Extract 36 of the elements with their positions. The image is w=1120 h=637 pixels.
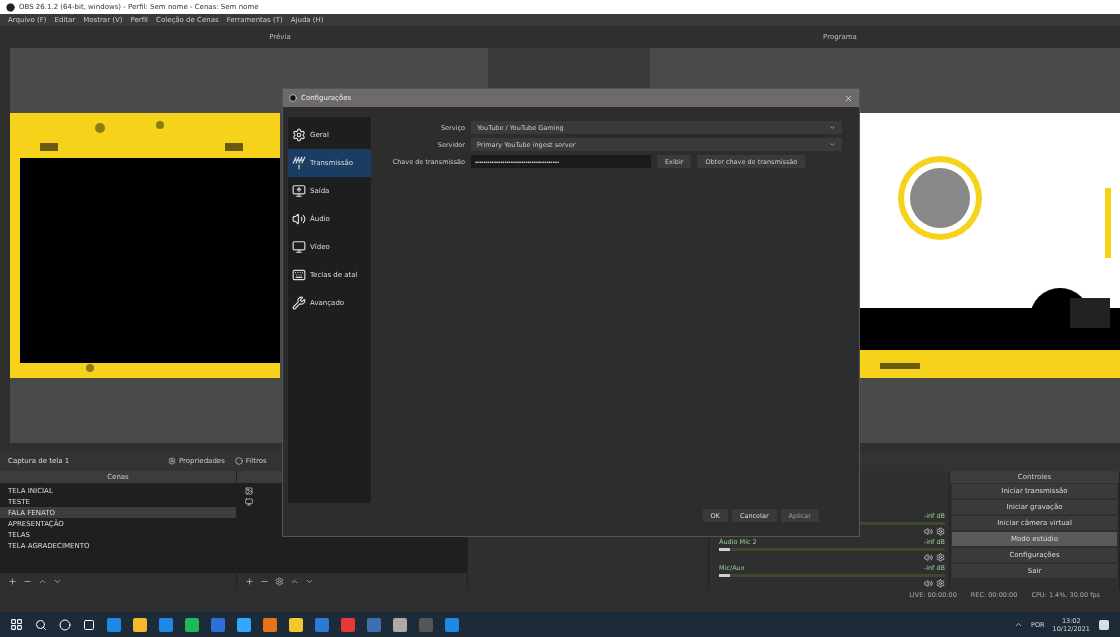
search-icon[interactable] xyxy=(35,618,47,631)
add-icon[interactable] xyxy=(245,576,254,586)
settings-icon[interactable] xyxy=(936,579,945,588)
settings-icon[interactable] xyxy=(936,527,945,536)
monitor-icon xyxy=(292,184,306,198)
speaker-icon xyxy=(292,212,306,226)
taskbar-app-icon[interactable] xyxy=(237,617,251,632)
settings-icon[interactable] xyxy=(936,553,945,562)
taskbar-app-icon[interactable] xyxy=(185,617,199,632)
speaker-icon[interactable] xyxy=(924,553,933,562)
chevron-down-icon xyxy=(829,141,836,148)
taskbar-app-icon[interactable] xyxy=(445,617,459,632)
tools-icon xyxy=(292,296,306,310)
app-logo-icon xyxy=(289,94,297,102)
taskbar-app-icon[interactable] xyxy=(159,617,173,632)
add-icon[interactable] xyxy=(8,576,17,586)
settings-icon[interactable] xyxy=(275,576,284,586)
taskbar-app-icon[interactable] xyxy=(107,617,121,632)
notification-icon[interactable] xyxy=(1098,618,1110,631)
gear-icon xyxy=(168,457,176,465)
chevron-down-icon xyxy=(829,124,836,131)
monitor-icon xyxy=(292,240,306,254)
taskbar-app-icon[interactable] xyxy=(263,617,277,632)
speaker-icon[interactable] xyxy=(924,579,933,588)
taskbar-app-icon[interactable] xyxy=(289,617,303,632)
speaker-icon[interactable] xyxy=(924,527,933,536)
start-icon[interactable] xyxy=(10,618,23,631)
monitor-icon[interactable] xyxy=(245,497,253,506)
taskbar-app-icon[interactable] xyxy=(133,617,147,632)
task-view-icon[interactable] xyxy=(83,618,95,631)
image-icon[interactable] xyxy=(245,486,253,495)
gear-icon xyxy=(292,128,306,142)
taskbar-app-icon[interactable] xyxy=(393,617,407,632)
keyboard-icon xyxy=(292,268,306,282)
close-icon[interactable] xyxy=(844,93,853,103)
app-logo-icon xyxy=(6,2,15,12)
